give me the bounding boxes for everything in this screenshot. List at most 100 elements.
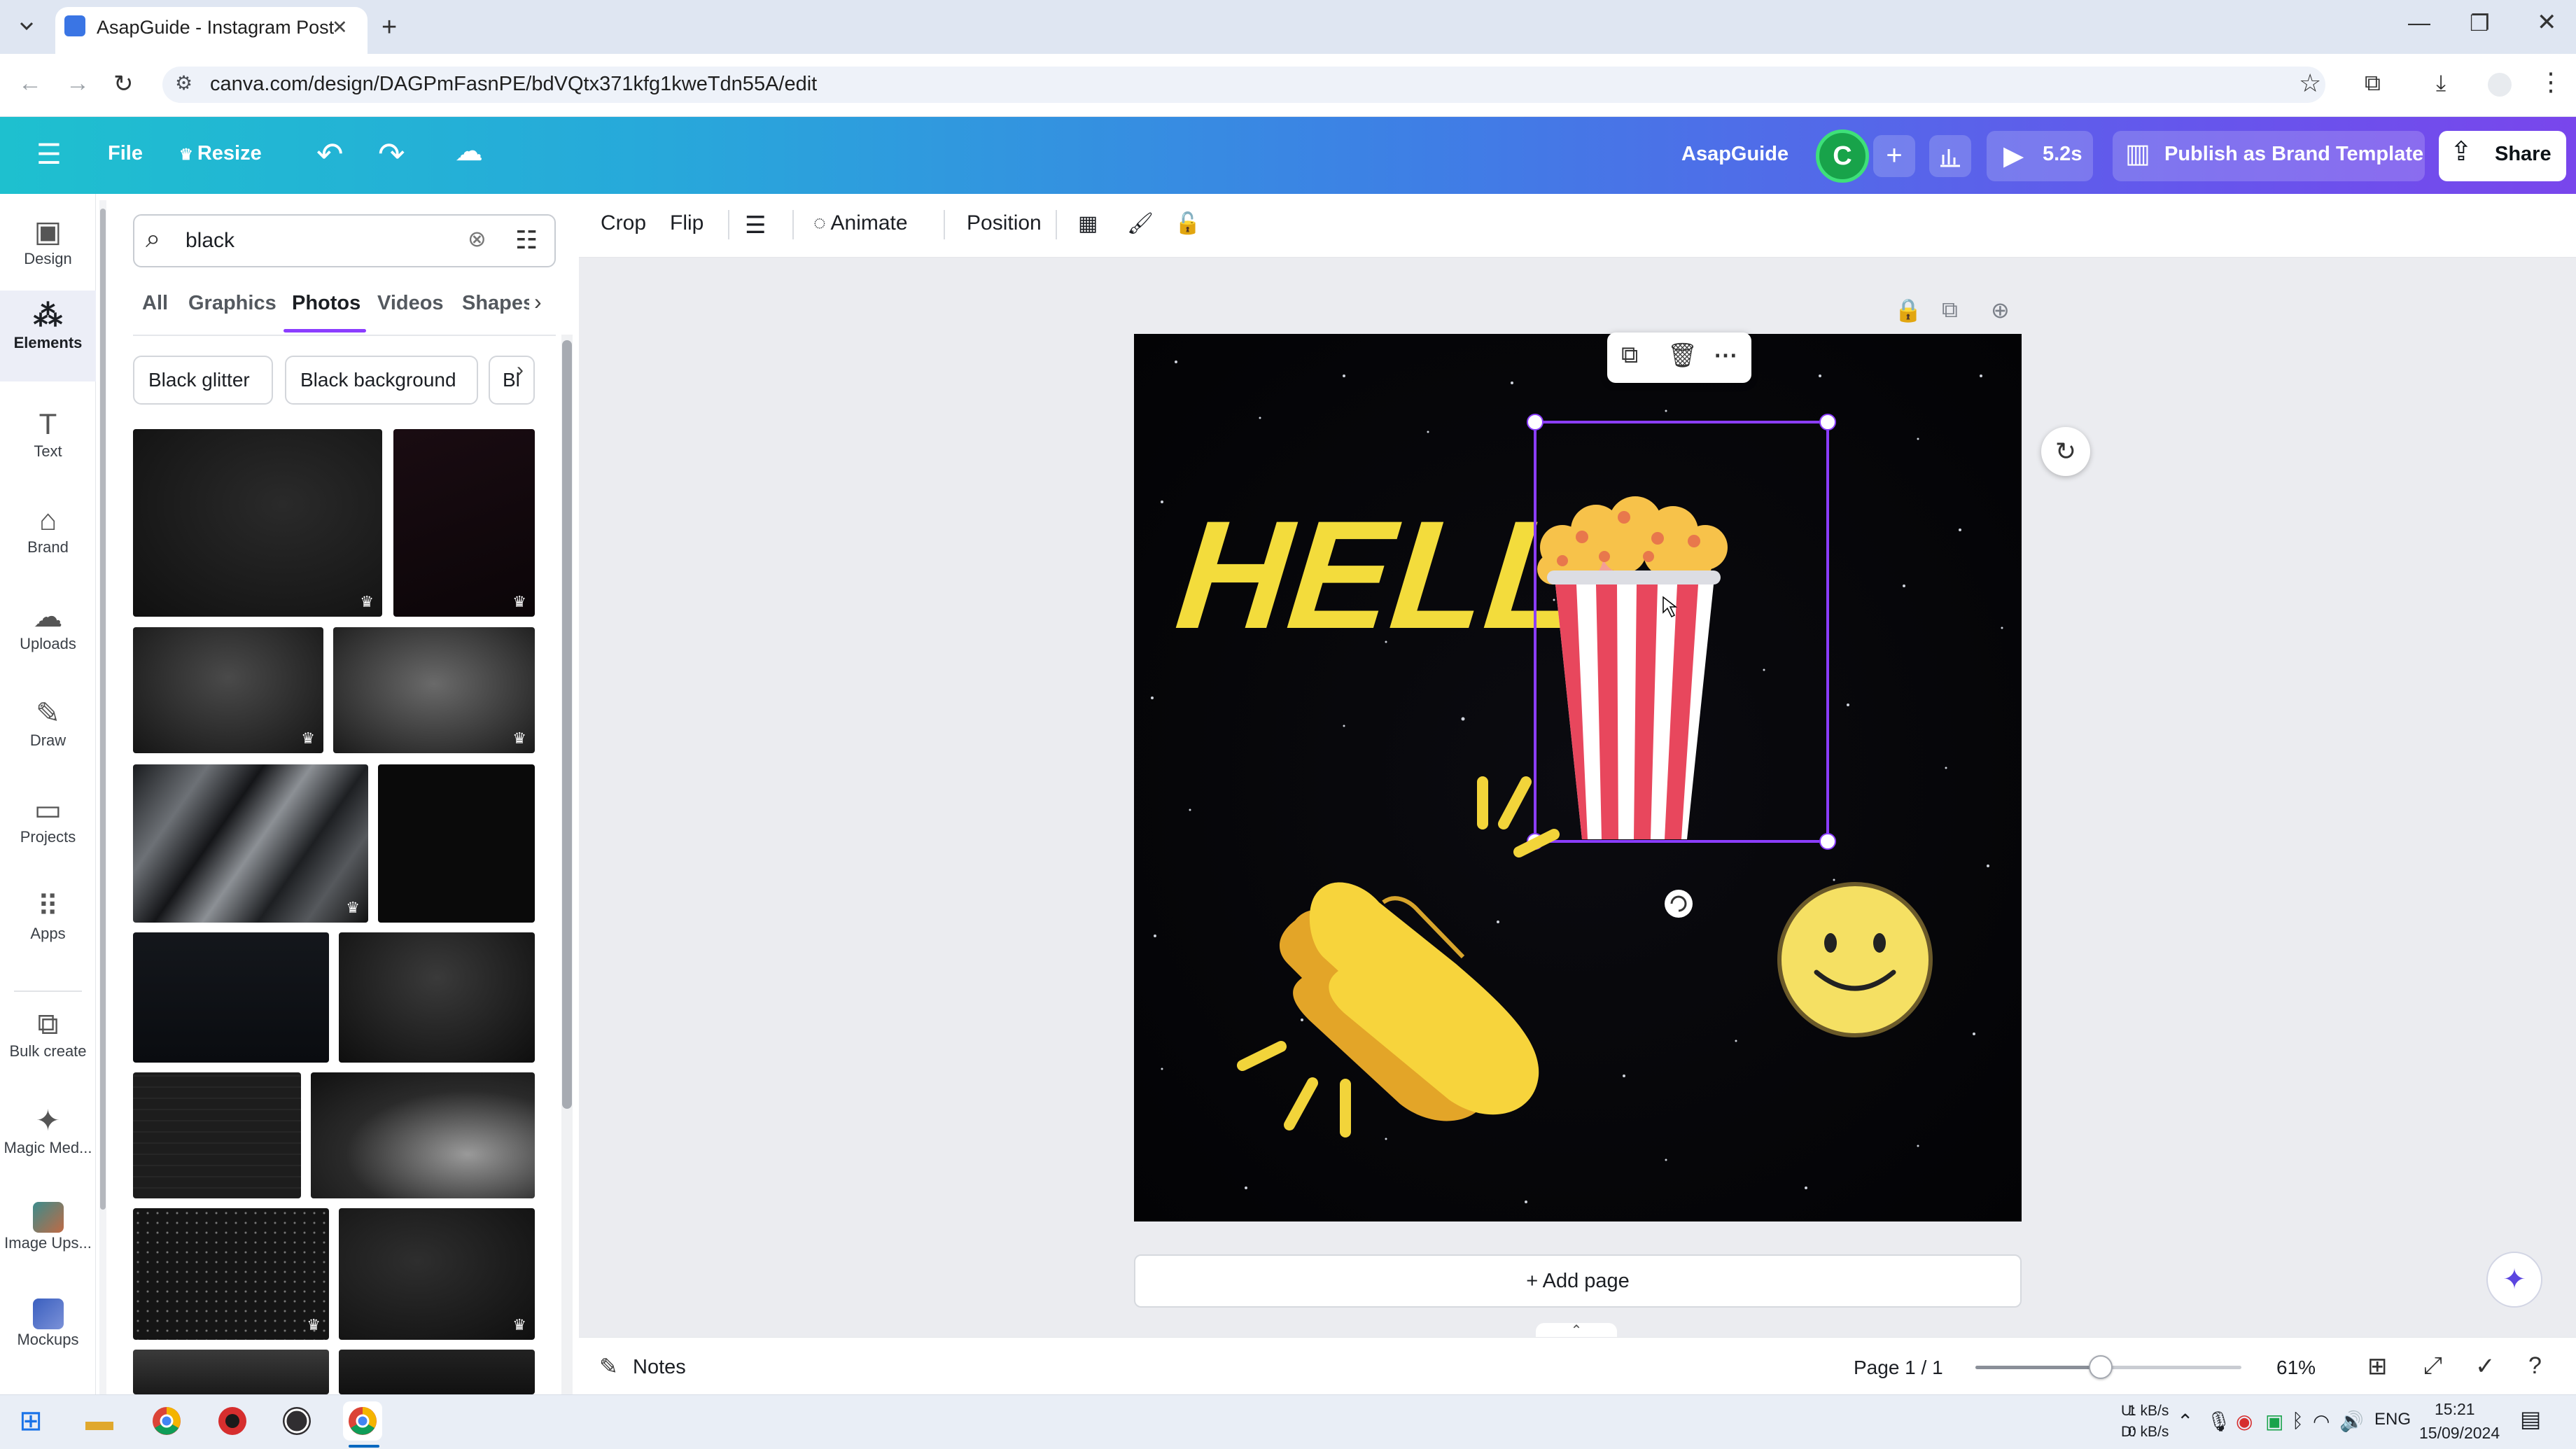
- photo-result[interactable]: ♛: [133, 1208, 329, 1340]
- rotate-handle[interactable]: [1665, 890, 1693, 918]
- photo-result[interactable]: [378, 764, 535, 923]
- more-options-icon[interactable]: ⋯: [1714, 342, 1737, 370]
- url-text[interactable]: canva.com/design/DAGPmFasnPE/bdVQtx371kf…: [210, 73, 817, 96]
- chevron-up-icon[interactable]: ⌃: [1536, 1323, 1617, 1338]
- app-tray-icon[interactable]: ▣: [2265, 1410, 2283, 1433]
- recorder-tray-icon[interactable]: ◉: [2236, 1410, 2253, 1433]
- help-icon[interactable]: ?: [2528, 1352, 2542, 1380]
- microphone-icon[interactable]: 🎙: [2206, 1410, 2232, 1433]
- rail-item-brand[interactable]: ⌂ Brand: [0, 503, 96, 556]
- redo-icon[interactable]: ↷: [378, 135, 405, 173]
- profile-avatar[interactable]: [2488, 73, 2512, 97]
- browser-menu-icon[interactable]: ⋮: [2538, 67, 2563, 97]
- chevron-right-icon[interactable]: ›: [534, 289, 542, 315]
- design-canvas[interactable]: HELLO: [1134, 334, 2022, 1222]
- fullscreen-icon[interactable]: ⤢: [2423, 1352, 2442, 1380]
- windows-start-icon[interactable]: ⊞: [11, 1401, 50, 1441]
- rail-item-elements[interactable]: ⁂ Elements: [0, 290, 96, 382]
- page-counter[interactable]: Page 1 / 1: [1854, 1357, 1943, 1379]
- photo-result[interactable]: ♛: [393, 429, 535, 617]
- wifi-icon[interactable]: ◠: [2313, 1410, 2330, 1433]
- photo-result[interactable]: ♛: [133, 627, 323, 753]
- flip-button[interactable]: Flip: [670, 211, 704, 235]
- crop-button[interactable]: Crop: [601, 211, 646, 235]
- chrome-icon[interactable]: [147, 1401, 186, 1441]
- rail-item-mockups[interactable]: Mockups: [0, 1298, 96, 1349]
- file-menu-button[interactable]: File: [108, 142, 143, 165]
- bookmark-star-icon[interactable]: ☆: [2299, 69, 2321, 98]
- notes-icon[interactable]: ✎: [599, 1353, 618, 1380]
- search-value[interactable]: black: [186, 229, 234, 253]
- photo-result[interactable]: ♛: [133, 764, 368, 923]
- main-menu-icon[interactable]: ☰: [36, 139, 62, 171]
- add-page-button[interactable]: + Add page: [1134, 1254, 2022, 1308]
- tab-graphics[interactable]: Graphics: [188, 292, 276, 315]
- zoom-slider-thumb[interactable]: [2088, 1355, 2113, 1379]
- copy-style-icon[interactable]: 🖌: [1127, 211, 1154, 236]
- rail-item-image-upscaler[interactable]: Image Ups...: [0, 1202, 96, 1252]
- file-explorer-icon[interactable]: ▬: [80, 1401, 119, 1441]
- suggestion-chip-black-glitter[interactable]: Black glitter: [133, 356, 273, 405]
- extensions-icon[interactable]: ⧉: [2365, 70, 2381, 97]
- tab-search-button[interactable]: [13, 10, 41, 41]
- duplicate-element-icon[interactable]: ⧉: [1621, 342, 1638, 369]
- suggestion-chip-partial[interactable]: Bl: [489, 356, 535, 405]
- obs-studio-icon[interactable]: [277, 1401, 316, 1441]
- clock-date[interactable]: 15/09/2024: [2419, 1424, 2500, 1443]
- screen-recorder-icon[interactable]: [213, 1401, 252, 1441]
- photo-result[interactable]: [311, 1072, 535, 1198]
- insights-button[interactable]: [1929, 135, 1971, 177]
- rail-item-magic-media[interactable]: ✦ Magic Med...: [0, 1104, 96, 1157]
- cloud-save-icon[interactable]: ☁: [455, 135, 483, 167]
- zoom-percentage[interactable]: 61%: [2276, 1357, 2316, 1379]
- bluetooth-icon[interactable]: ᛒ: [2292, 1410, 2304, 1432]
- window-close-button[interactable]: ✕: [2537, 8, 2557, 36]
- add-collaborator-button[interactable]: +: [1873, 135, 1915, 177]
- clock-time[interactable]: 15:21: [2435, 1400, 2475, 1419]
- rail-item-apps[interactable]: ⠿ Apps: [0, 890, 96, 943]
- resize-button[interactable]: ♛ Resize: [179, 142, 262, 165]
- rail-item-bulk-create[interactable]: ⧉ Bulk create: [0, 1007, 96, 1060]
- chrome-active-icon[interactable]: [343, 1401, 382, 1441]
- filter-icon[interactable]: ☷: [515, 225, 538, 255]
- user-avatar[interactable]: C: [1816, 130, 1869, 183]
- photo-result[interactable]: [339, 1350, 535, 1394]
- tab-close-icon[interactable]: ✕: [332, 17, 348, 38]
- window-restore-button[interactable]: ❐: [2470, 10, 2490, 36]
- notification-center-icon[interactable]: ▤: [2520, 1406, 2541, 1432]
- tab-photos[interactable]: Photos: [292, 292, 360, 315]
- panel-scrollbar-thumb[interactable]: [562, 340, 572, 1109]
- page-lock-icon[interactable]: 🔒: [1894, 297, 1922, 323]
- grid-view-icon[interactable]: ⊞: [2367, 1352, 2388, 1380]
- regenerate-icon[interactable]: ↻: [2041, 427, 2090, 476]
- photo-result[interactable]: [133, 1072, 301, 1198]
- site-info-icon[interactable]: ⚙: [175, 71, 192, 94]
- rail-item-uploads[interactable]: ☁ Uploads: [0, 600, 96, 653]
- clear-search-icon[interactable]: ⊗: [468, 225, 486, 252]
- photo-result[interactable]: [133, 1350, 329, 1394]
- add-page-icon[interactable]: ⊕: [1991, 297, 2010, 323]
- window-minimize-button[interactable]: —: [2408, 10, 2430, 36]
- chips-next-icon[interactable]: ›: [517, 358, 524, 382]
- transparency-icon[interactable]: ▦: [1078, 211, 1098, 236]
- rail-item-draw[interactable]: ✎ Draw: [0, 696, 96, 750]
- smiley-face-graphic[interactable]: [1777, 882, 1933, 1037]
- rail-item-projects[interactable]: ▭ Projects: [0, 793, 96, 846]
- border-style-icon[interactable]: ☰: [745, 211, 766, 239]
- tab-videos[interactable]: Videos: [377, 292, 444, 315]
- new-tab-button[interactable]: +: [382, 13, 397, 43]
- position-button[interactable]: Position: [967, 211, 1042, 235]
- tab-all[interactable]: All: [142, 292, 168, 315]
- photo-result[interactable]: ♛: [133, 429, 382, 617]
- input-language[interactable]: ENG: [2374, 1410, 2411, 1429]
- notes-button[interactable]: Notes: [633, 1356, 686, 1379]
- delete-icon[interactable]: 🗑: [1667, 342, 1698, 370]
- back-arrow-icon[interactable]: ←: [18, 70, 42, 97]
- magic-assistant-icon[interactable]: ✦: [2486, 1252, 2542, 1308]
- lock-icon[interactable]: 🔓: [1175, 211, 1200, 236]
- suggestion-chip-black-background[interactable]: Black background: [285, 356, 478, 405]
- tab-shapes[interactable]: Shapes: [462, 292, 529, 315]
- photo-result[interactable]: [339, 932, 535, 1063]
- document-title[interactable]: AsapGuide: [1681, 143, 1788, 166]
- rail-item-design[interactable]: ▣ Design: [0, 215, 96, 268]
